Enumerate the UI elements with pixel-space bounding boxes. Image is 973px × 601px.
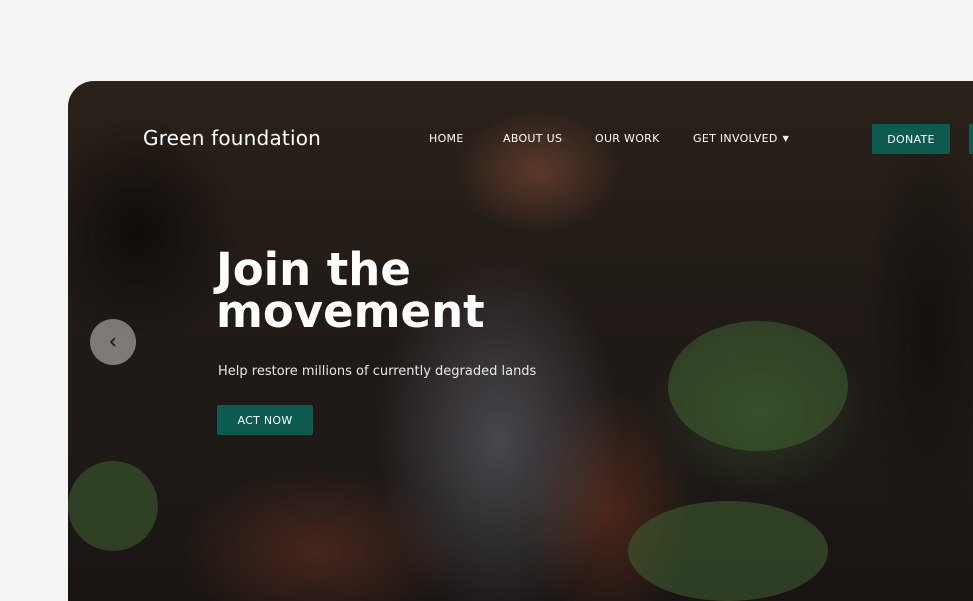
nav-item-get-involved-label: GET INVOLVED <box>693 132 778 145</box>
nav-item-about-us[interactable]: ABOUT US <box>503 132 562 145</box>
top-navigation: Green foundation HOME ABOUT US OUR WORK … <box>68 81 973 197</box>
hero-headline: Join the movement <box>216 243 485 338</box>
donate-button[interactable]: DONATE <box>872 124 950 154</box>
nav-item-home[interactable]: HOME <box>429 132 464 145</box>
hero-subtext: Help restore millions of currently degra… <box>218 364 537 379</box>
brand-logo[interactable]: Green foundation <box>143 126 321 150</box>
chevron-left-icon <box>110 337 116 347</box>
nav-item-get-involved[interactable]: GET INVOLVED ▼ <box>693 132 789 145</box>
act-now-button[interactable]: ACT NOW <box>217 405 313 435</box>
caret-down-icon: ▼ <box>782 134 790 143</box>
hero-section: Green foundation HOME ABOUT US OUR WORK … <box>68 81 973 601</box>
nav-item-our-work[interactable]: OUR WORK <box>595 132 660 145</box>
carousel-prev-button[interactable] <box>90 319 136 365</box>
secondary-button-edge[interactable] <box>969 124 973 154</box>
